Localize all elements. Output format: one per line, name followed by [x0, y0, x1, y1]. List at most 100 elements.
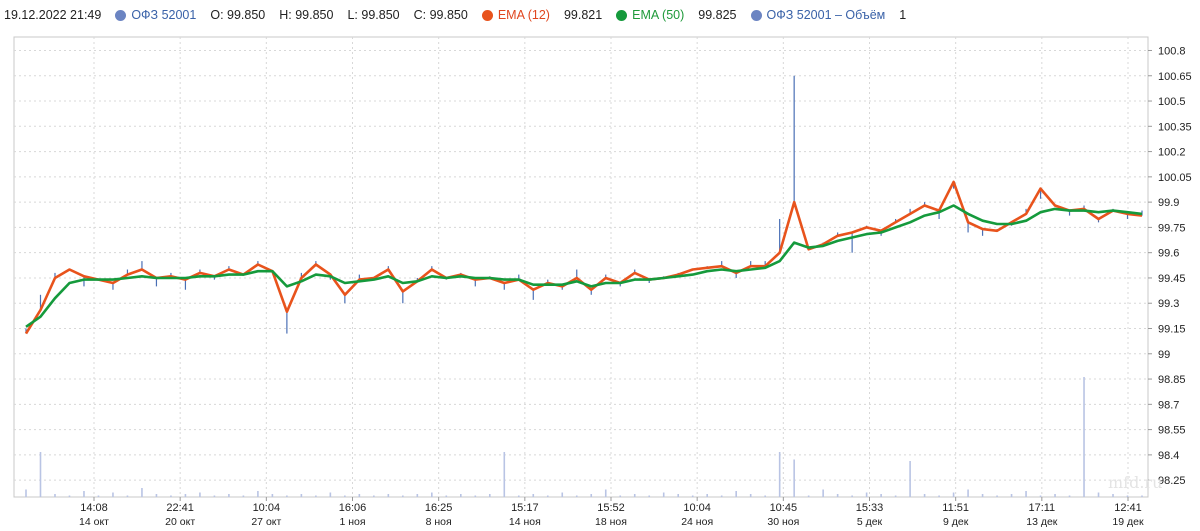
volume-bar: [880, 494, 882, 497]
x-tick-time-label: 10:04: [253, 502, 281, 514]
volume-bar: [97, 495, 100, 497]
volume-bar: [54, 494, 56, 497]
x-tick-date-label: 19 дек: [1112, 516, 1144, 528]
volume-bar: [503, 452, 506, 497]
volume-bar: [1010, 494, 1013, 497]
volume-bar: [851, 495, 853, 497]
x-tick-time-label: 16:06: [339, 502, 367, 514]
volume-bar: [633, 494, 636, 497]
watermark: mfd.ru: [1108, 473, 1162, 492]
volume-bar: [923, 494, 926, 497]
x-tick-date-label: 18 ноя: [595, 516, 627, 528]
volume-bar: [416, 494, 419, 497]
volume-bar: [546, 495, 549, 497]
volume-bar: [1068, 495, 1071, 497]
volume-bar: [677, 494, 680, 497]
volume-bar: [257, 491, 259, 497]
chart-axes: 100.8 100.65 100.5 100.35 100.2 100.05 99.9 99.…: [79, 45, 1192, 528]
volume-bar: [604, 489, 607, 497]
volume-bar: [894, 495, 897, 497]
volume-bar: [112, 492, 114, 497]
volume-bar: [561, 492, 564, 497]
volume-bar: [1039, 495, 1042, 497]
y-tick-label: 98.55: [1158, 425, 1186, 437]
volume-bar: [865, 492, 868, 497]
volume-bar: [1112, 494, 1114, 497]
ema50-line: [25, 204, 1143, 328]
volume-bar: [996, 495, 998, 497]
volume-bar: [199, 492, 201, 497]
y-tick-label: 100.8: [1158, 45, 1186, 57]
volume-bar: [1097, 492, 1100, 497]
volume-bar: [909, 461, 911, 497]
y-tick-label: 99.6: [1158, 248, 1179, 260]
volume-bar: [793, 459, 795, 497]
volume-bar: [402, 495, 404, 497]
volume-bar: [228, 494, 230, 497]
volume-bar: [271, 494, 274, 497]
y-tick-label: 98.7: [1158, 399, 1179, 411]
x-tick-time-label: 17:11: [1028, 502, 1055, 514]
y-tick-label: 100.35: [1158, 121, 1192, 133]
volume-bar: [141, 488, 143, 497]
chart-grid: [13, 36, 1149, 498]
volume-bar: [1025, 491, 1027, 497]
volume-bar: [764, 495, 766, 497]
x-tick-date-label: 1 ноя: [339, 516, 365, 528]
volume-bars: [25, 377, 1143, 497]
y-tick-label: 99.75: [1158, 222, 1186, 234]
x-tick-date-label: 8 ноя: [426, 516, 452, 528]
y-tick-label: 99.3: [1158, 298, 1179, 310]
volume-bar: [83, 491, 85, 497]
volume-bar: [300, 494, 303, 497]
volume-bar: [1141, 495, 1143, 497]
volume-bar: [184, 494, 187, 497]
volume-bar: [1126, 495, 1129, 497]
volume-bar: [387, 494, 390, 497]
volume-bar: [619, 495, 622, 497]
volume-bar: [445, 495, 448, 497]
x-tick-date-label: 14 ноя: [509, 516, 541, 528]
x-tick-date-label: 20 окт: [165, 516, 195, 528]
volume-bar: [25, 489, 27, 497]
price-chart[interactable]: 100.8 100.65 100.5 100.35 100.2 100.05 99.9 99.…: [0, 0, 1200, 531]
volume-bar: [952, 492, 955, 497]
volume-bar: [39, 452, 42, 497]
volume-bar: [242, 495, 245, 497]
volume-bar: [590, 494, 593, 497]
x-tick-time-label: 14:08: [80, 502, 108, 514]
volume-bar: [691, 495, 694, 497]
volume-bar: [474, 495, 477, 497]
plot-frame: [13, 36, 1149, 498]
volume-bar: [170, 495, 172, 497]
volume-bar: [662, 492, 665, 497]
y-tick-label: 100.05: [1158, 172, 1192, 184]
x-tick-date-label: 30 ноя: [767, 516, 799, 528]
y-tick-label: 98.85: [1158, 374, 1186, 386]
y-tick-label: 99.15: [1158, 324, 1186, 336]
volume-bar: [329, 492, 332, 497]
volume-bar: [358, 494, 361, 497]
volume-bar: [68, 495, 71, 497]
volume-bar: [431, 492, 433, 497]
y-tick-label: 100.65: [1158, 71, 1192, 83]
volume-bar: [488, 494, 491, 497]
volume-bar: [648, 495, 651, 497]
volume-bar: [778, 452, 781, 497]
volume-bar: [807, 495, 810, 497]
volume-bar: [706, 494, 708, 497]
x-tick-time-label: 10:04: [683, 502, 711, 514]
y-tick-label: 99: [1158, 349, 1170, 361]
x-tick-time-label: 22:41: [166, 502, 194, 514]
x-tick-time-label: 16:25: [425, 502, 453, 514]
x-tick-time-label: 15:33: [856, 502, 884, 514]
x-tick-time-label: 15:52: [597, 502, 625, 514]
volume-bar: [344, 495, 346, 497]
y-tick-label: 99.45: [1158, 273, 1186, 285]
x-tick-time-label: 15:17: [511, 502, 539, 514]
volume-bar: [517, 495, 520, 497]
volume-bar: [720, 495, 723, 497]
volume-bar: [213, 495, 216, 497]
volume-bar: [532, 494, 535, 497]
ema12-line: [24, 180, 1143, 335]
